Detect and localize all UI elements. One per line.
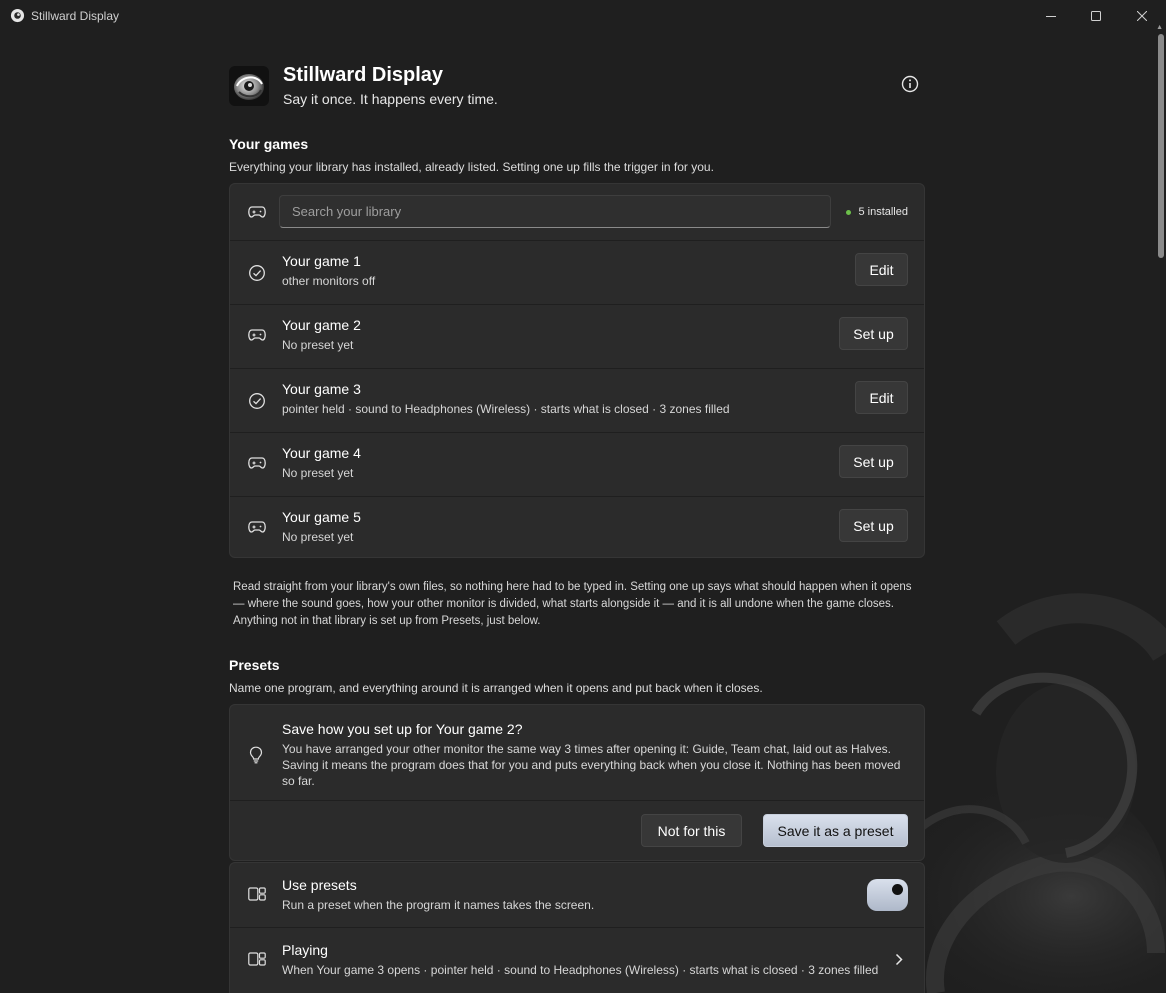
playing-preset-title: Playing xyxy=(282,942,328,958)
game-row-5: Your game 5 No preset yet Set up xyxy=(230,496,924,560)
save-as-preset-button[interactable]: Save it as a preset xyxy=(763,814,908,847)
suggestion-text: You have arranged your other monitor the… xyxy=(282,742,901,788)
not-for-this-button[interactable]: Not for this xyxy=(641,814,742,847)
library-search-row: 5 installed xyxy=(230,184,924,240)
games-card: 5 installed Your game 1 other monitors o… xyxy=(229,183,925,558)
layout-icon xyxy=(248,952,266,966)
game-preset-summary: other monitors off xyxy=(282,274,376,288)
presets-section-subtitle: Name one program, and everything around … xyxy=(229,681,763,695)
app-header: Stillward Display Say it once. It happen… xyxy=(229,60,925,120)
edit-button[interactable]: Edit xyxy=(855,381,908,414)
gamepad-icon xyxy=(248,457,266,469)
page-tagline: Say it once. It happens every time. xyxy=(283,91,498,107)
close-icon xyxy=(1137,11,1147,21)
gamepad-icon xyxy=(248,521,266,533)
set-up-button[interactable]: Set up xyxy=(839,317,908,350)
game-title: Your game 3 xyxy=(282,381,361,397)
game-row-1: Your game 1 other monitors off Edit xyxy=(230,240,924,304)
use-presets-title: Use presets xyxy=(282,877,357,893)
game-row-2: Your game 2 No preset yet Set up xyxy=(230,304,924,368)
status-dot xyxy=(846,209,852,215)
games-section-subtitle: Everything your library has installed, a… xyxy=(229,160,714,174)
playing-preset-summary: When Your game 3 opens · pointer held · … xyxy=(282,963,879,977)
app-window: Stillward Display ▲ Stillward Display Sa… xyxy=(0,0,1166,993)
title-bar: Stillward Display xyxy=(0,0,1166,32)
library-note: Read straight from your library's own fi… xyxy=(233,581,912,627)
check-circle-icon xyxy=(249,393,265,409)
game-title: Your game 4 xyxy=(282,445,361,461)
gamepad-icon xyxy=(248,206,266,218)
set-up-button[interactable]: Set up xyxy=(839,445,908,478)
maximize-button[interactable] xyxy=(1073,0,1119,32)
minimize-icon xyxy=(1046,16,1056,17)
suggestion-actions: Not for this Save it as a preset xyxy=(230,801,924,861)
main-content: Stillward Display Say it once. It happen… xyxy=(229,60,925,993)
page-title: Stillward Display xyxy=(283,64,444,86)
app-logo-icon xyxy=(10,8,25,23)
window-title: Stillward Display xyxy=(31,9,120,23)
layout-icon xyxy=(248,887,266,901)
preset-settings-card: Use presets Run a preset when the progra… xyxy=(229,862,925,993)
use-presets-description: Run a preset when the program it names t… xyxy=(282,898,595,912)
lightbulb-icon xyxy=(249,746,263,764)
game-preset-summary: pointer held · sound to Headphones (Wire… xyxy=(282,402,730,416)
presets-section-title: Presets xyxy=(229,657,280,673)
library-search-input[interactable] xyxy=(279,195,831,228)
set-up-button[interactable]: Set up xyxy=(839,509,908,542)
installed-count-label: 5 installed xyxy=(858,206,908,218)
game-title: Your game 2 xyxy=(282,317,361,333)
suggestion-body: Save how you set up for Your game 2? You… xyxy=(230,705,924,801)
maximize-icon xyxy=(1091,11,1101,21)
app-logo-image xyxy=(234,74,264,100)
check-circle-icon xyxy=(249,265,265,281)
edit-button[interactable]: Edit xyxy=(855,253,908,286)
installed-count: 5 installed xyxy=(846,206,908,218)
use-presets-row: Use presets Run a preset when the progra… xyxy=(230,863,924,927)
scrollbar-thumb[interactable] xyxy=(1158,34,1164,258)
games-section-title: Your games xyxy=(229,136,309,152)
scroll-up-arrow-icon[interactable]: ▲ xyxy=(1156,24,1163,31)
games-section-header: Your games Everything your library has i… xyxy=(229,136,714,174)
game-row-3: Your game 3 pointer held · sound to Head… xyxy=(230,368,924,432)
game-title: Your game 5 xyxy=(282,509,361,525)
info-icon[interactable] xyxy=(901,75,919,93)
minimize-button[interactable] xyxy=(1028,0,1074,32)
playing-preset-row[interactable]: Playing When Your game 3 opens · pointer… xyxy=(230,927,924,991)
preset-suggestion-card: Save how you set up for Your game 2? You… xyxy=(229,704,925,861)
game-row-4: Your game 4 No preset yet Set up xyxy=(230,432,924,496)
suggestion-title: Save how you set up for Your game 2? xyxy=(282,721,523,737)
chevron-right-icon xyxy=(895,953,903,966)
toggle-knob xyxy=(892,884,903,895)
game-preset-summary: No preset yet xyxy=(282,530,354,544)
game-title: Your game 1 xyxy=(282,253,361,269)
use-presets-toggle[interactable] xyxy=(867,879,908,911)
app-logo xyxy=(229,66,269,106)
gamepad-icon xyxy=(248,329,266,341)
game-preset-summary: No preset yet xyxy=(282,338,354,352)
game-preset-summary: No preset yet xyxy=(282,466,354,480)
presets-section-header: Presets Name one program, and everything… xyxy=(229,657,925,695)
